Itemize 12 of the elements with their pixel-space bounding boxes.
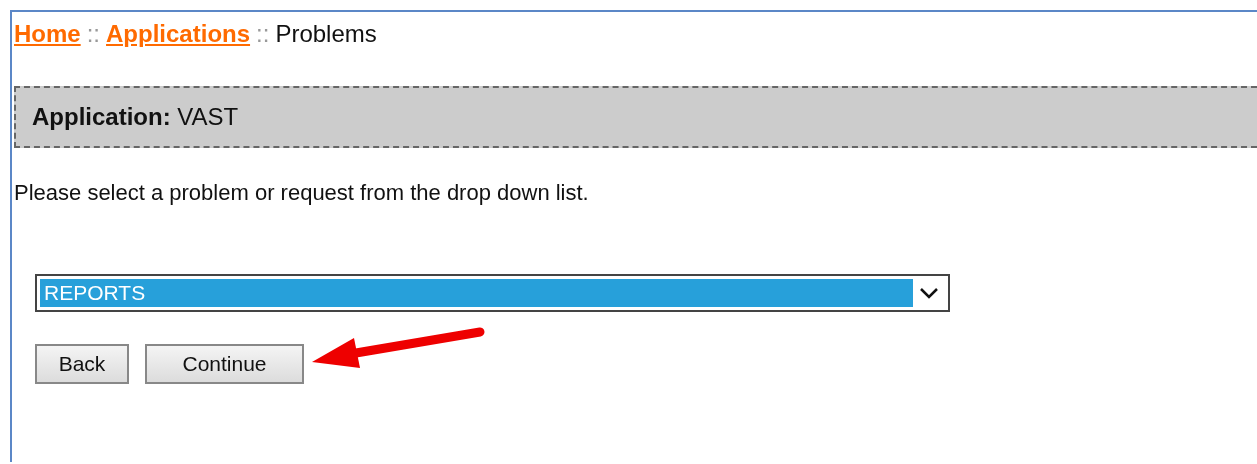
- form-button[interactable]: Continue: [145, 344, 304, 384]
- problem-dropdown[interactable]: REPORTS: [35, 274, 950, 312]
- breadcrumb-current: Problems: [275, 20, 377, 48]
- breadcrumb-separator: ::: [86, 20, 101, 48]
- instruction-text: Please select a problem or request from the drop down list.: [14, 180, 590, 206]
- form-button[interactable]: Back: [35, 344, 129, 384]
- breadcrumb-link[interactable]: Home: [14, 20, 81, 48]
- breadcrumb-separator: ::: [256, 20, 270, 48]
- breadcrumb-link[interactable]: Applications: [106, 20, 251, 48]
- dropdown-value: REPORTS: [40, 279, 913, 307]
- chevron-down-icon: [919, 287, 939, 299]
- application-label: Application: VAST: [32, 103, 239, 131]
